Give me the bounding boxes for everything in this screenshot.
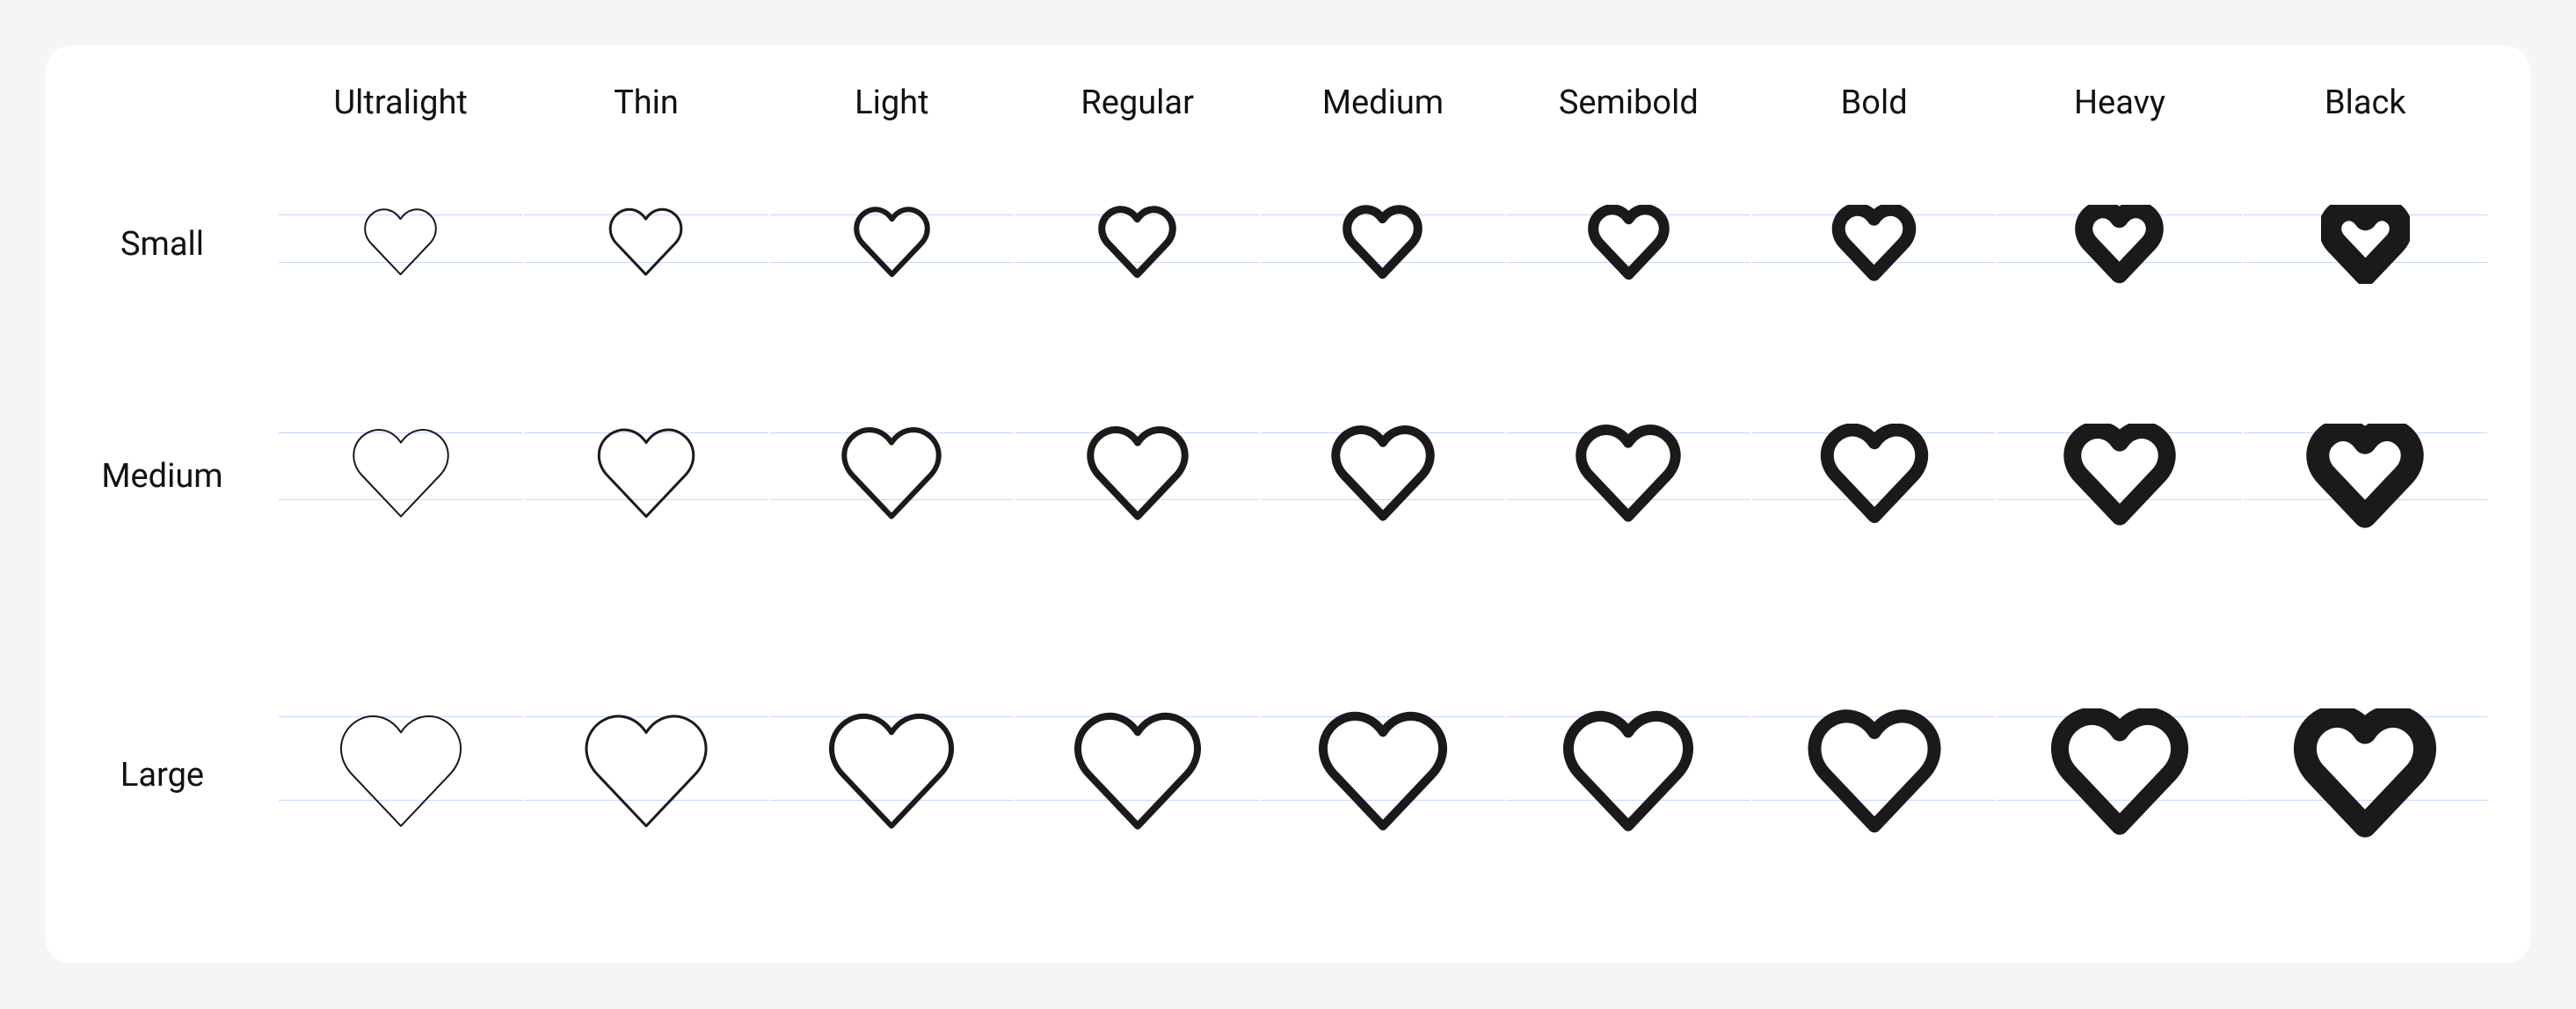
icon-cell <box>769 608 1015 942</box>
column-header-weight: Heavy <box>1997 67 2242 145</box>
heart-icon <box>2075 205 2164 284</box>
icon-cell <box>1751 145 1997 345</box>
icon-cell <box>1997 145 2242 345</box>
size-row: Small <box>67 145 2488 345</box>
icon-cell <box>1506 345 1751 609</box>
icon-cell <box>1015 608 1260 942</box>
icon-cell <box>1506 145 1751 345</box>
heart-icon <box>342 424 460 529</box>
heart-icon <box>1079 424 1197 529</box>
heart-icon <box>1093 205 1182 284</box>
heart-icon <box>2306 424 2424 529</box>
heart-icon <box>326 708 476 842</box>
icon-cell <box>2243 145 2488 345</box>
icon-cell <box>523 345 768 609</box>
heart-icon <box>1308 708 1458 842</box>
column-header-weight: Medium <box>1260 67 1505 145</box>
icon-cell <box>769 145 1015 345</box>
icon-cell <box>1260 145 1505 345</box>
size-row: Medium <box>67 345 2488 609</box>
heart-icon <box>1554 708 1703 842</box>
heart-icon <box>1324 424 1442 529</box>
column-header-weight: Regular <box>1015 67 1260 145</box>
icon-cell <box>1997 608 2242 942</box>
row-header-size: Medium <box>67 345 278 609</box>
icon-cell <box>278 145 523 345</box>
heart-icon <box>1338 205 1427 284</box>
heart-icon <box>1569 424 1687 529</box>
column-header-weight: Bold <box>1751 67 1997 145</box>
column-header-weight: Semibold <box>1506 67 1751 145</box>
icon-cell <box>523 145 768 345</box>
icon-cell <box>278 345 523 609</box>
heart-icon <box>2045 708 2194 842</box>
icon-cell <box>523 608 768 942</box>
icon-cell <box>1260 608 1505 942</box>
heart-icon <box>1816 424 1933 529</box>
icon-cell <box>1260 345 1505 609</box>
heart-icon <box>817 708 966 842</box>
heart-icon <box>2290 708 2440 842</box>
icon-cell <box>1997 345 2242 609</box>
matrix-table: UltralightThinLightRegularMediumSemibold… <box>67 67 2488 942</box>
icon-cell <box>1751 345 1997 609</box>
column-header-weight: Thin <box>523 67 768 145</box>
icon-cell <box>1506 608 1751 942</box>
column-header-weight: Ultralight <box>278 67 523 145</box>
heart-icon <box>2061 424 2179 529</box>
icon-cell <box>2243 345 2488 609</box>
column-header-weight: Black <box>2243 67 2488 145</box>
icon-weight-size-matrix: UltralightThinLightRegularMediumSemibold… <box>46 46 2530 963</box>
icon-cell <box>1015 145 1260 345</box>
size-row: Large <box>67 608 2488 942</box>
heart-icon <box>587 424 705 529</box>
icon-cell <box>1015 345 1260 609</box>
heart-icon <box>848 205 936 284</box>
icon-cell <box>1751 608 1997 942</box>
icon-cell <box>2243 608 2488 942</box>
icon-cell <box>278 608 523 942</box>
heart-icon <box>1830 205 1918 284</box>
heart-icon <box>833 424 950 529</box>
row-header-size: Large <box>67 608 278 942</box>
heart-icon <box>1063 708 1212 842</box>
row-header-size: Small <box>67 145 278 345</box>
heart-icon <box>1584 205 1673 284</box>
column-header-weight: Light <box>769 67 1015 145</box>
heart-icon <box>601 205 690 284</box>
icon-cell <box>769 345 1015 609</box>
heart-icon <box>571 708 721 842</box>
heart-icon <box>356 205 445 284</box>
heart-icon <box>2321 205 2410 284</box>
heart-icon <box>1800 708 1949 842</box>
